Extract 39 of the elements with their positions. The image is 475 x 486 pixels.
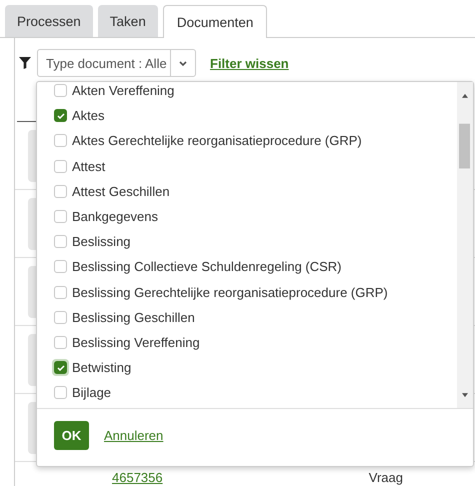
checkbox[interactable] <box>54 286 67 299</box>
checkbox[interactable] <box>54 134 67 148</box>
option-label[interactable]: Attest <box>72 158 106 174</box>
option-label[interactable]: Bankgegevens <box>72 209 158 224</box>
checkbox[interactable] <box>54 184 67 198</box>
option-label[interactable]: Beslissing Geschillen <box>72 310 195 325</box>
checkbox[interactable] <box>54 336 67 349</box>
clear-filter-link[interactable]: Filter wissen <box>210 56 289 70</box>
document-link[interactable]: 4657356 <box>112 470 163 485</box>
option-label[interactable]: Beslissing Collectieve Schuldenregeling (CSR) <box>72 259 342 274</box>
option-label[interactable]: Beslissing Vereffening <box>72 334 200 350</box>
document-type-select[interactable]: Type document : Alle <box>37 49 196 77</box>
tab[interactable]: Taken <box>98 5 158 37</box>
cancel-link[interactable]: Annuleren <box>104 428 164 443</box>
filter-icon <box>19 57 31 69</box>
checkbox[interactable] <box>54 310 67 324</box>
check-icon <box>56 112 64 119</box>
chevron-down-icon <box>179 60 187 66</box>
scrollbar[interactable] <box>457 82 473 408</box>
tab[interactable]: Documenten <box>162 5 268 38</box>
option-label[interactable]: Beslissing <box>72 234 131 250</box>
option-label[interactable]: Akten Vereffening <box>72 83 174 98</box>
checkbox[interactable] <box>54 109 67 122</box>
option-label[interactable]: Attest Geschillen <box>72 184 170 199</box>
ok-button[interactable]: OK <box>54 421 89 450</box>
checkbox[interactable] <box>54 260 67 274</box>
option-label[interactable]: Aktes Gerechtelijke reorganisatieprocedure (GRP) <box>72 133 362 148</box>
check-icon <box>56 364 64 371</box>
checkbox[interactable] <box>54 386 67 400</box>
checkbox[interactable] <box>54 210 67 224</box>
table-cell: Vraag <box>368 470 403 485</box>
tab[interactable]: Processen <box>5 5 93 37</box>
option-label[interactable]: Aktes <box>72 108 105 124</box>
option-label[interactable]: Betwisting <box>72 360 132 376</box>
checkbox[interactable] <box>54 160 67 173</box>
checkbox[interactable] <box>54 84 67 98</box>
checkbox[interactable] <box>54 235 67 248</box>
option-label[interactable]: Beslissing Gerechtelijke reorganisatieprocedure (GRP) <box>72 284 388 300</box>
option-label[interactable]: Bijlage <box>72 385 112 400</box>
